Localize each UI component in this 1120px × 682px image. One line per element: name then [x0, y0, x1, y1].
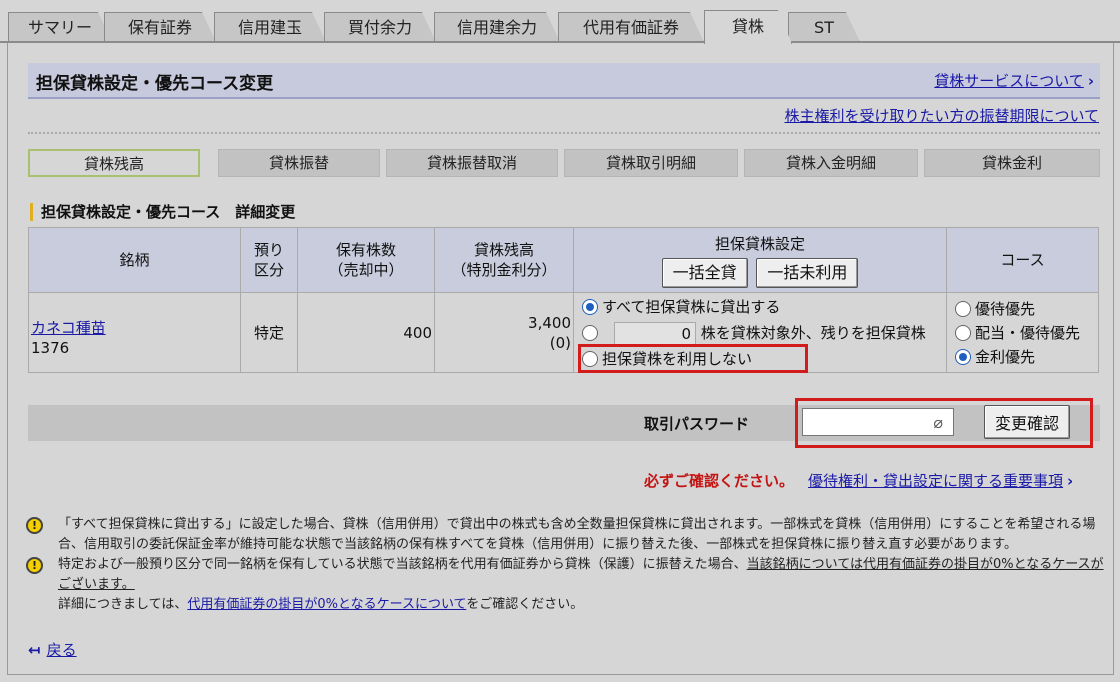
note-1: ! 「すべて担保貸株に貸出する」に設定した場合、貸株（信用併用）で貸出中の株式も… [24, 515, 1109, 555]
option-no-lending[interactable]: 担保貸株を利用しない [578, 343, 946, 373]
radio-course-2[interactable] [955, 324, 971, 341]
warning-icon: ! [26, 557, 43, 574]
notes-section: ! 「すべて担保貸株に貸出する」に設定した場合、貸株（信用併用）で貸出中の株式も… [24, 515, 1109, 615]
stock-code: 1376 [31, 338, 70, 357]
divider [28, 132, 1100, 134]
tab-bar: サマリー 保有証券 信用建玉 買付余力 信用建余力 代用有価証券 貸株 ST [0, 0, 1120, 44]
password-input[interactable]: ⌀ [802, 408, 954, 436]
lending-service-link-wrap: 貸株サービスについて › [934, 70, 1094, 91]
tab-margin-capacity[interactable]: 信用建余力 [434, 12, 560, 42]
important-notice-link-wrap: 優待権利・貸出設定に関する重要事項 › [808, 470, 1073, 491]
header-shares: 保有株数 （売却中） [297, 227, 435, 293]
shareholder-rights-link[interactable]: 株主権利を受け取りたい方の振替期限について [784, 105, 1099, 126]
header-course: コース [946, 227, 1099, 293]
subtab-transfer-cancel[interactable]: 貸株振替取消 [386, 149, 558, 177]
section-title: 担保貸株設定・優先コース 詳細変更 [30, 203, 295, 221]
radio-course-1[interactable] [955, 300, 971, 317]
stock-name-link[interactable]: カネコ種苗 [31, 319, 106, 337]
radio-course-3[interactable] [955, 348, 971, 365]
tab-summary[interactable]: サマリー [8, 12, 112, 42]
radio-lend-all[interactable] [582, 299, 598, 315]
tab-holdings[interactable]: 保有証券 [104, 12, 216, 42]
cell-shares: 400 [297, 292, 435, 373]
back-link[interactable]: 戻る [47, 641, 77, 659]
chevron-right-icon: › [1087, 72, 1094, 90]
confirm-change-button[interactable]: 変更確認 [984, 405, 1071, 439]
course-option-1[interactable]: 優待優先 [955, 297, 1098, 321]
warning-icon: ! [26, 517, 43, 534]
header-balance: 貸株残高 （特別金利分） [434, 227, 574, 293]
important-notice-link[interactable]: 優待権利・貸出設定に関する重要事項 [808, 472, 1063, 490]
cell-course-options: 優待優先 配当・優待優先 金利優先 [946, 292, 1099, 373]
lending-service-link[interactable]: 貸株サービスについて [934, 72, 1084, 90]
subtab-transaction-details[interactable]: 貸株取引明細 [564, 149, 738, 177]
tab-stock-lending[interactable]: 貸株 [704, 10, 792, 44]
tab-collateral-securities[interactable]: 代用有価証券 [558, 12, 704, 42]
bulk-lend-all-button[interactable]: 一括全貸 [661, 258, 748, 288]
cell-deposit: 特定 [240, 292, 298, 373]
balance-value: 3,400 [528, 313, 571, 332]
password-label: 取引パスワード [644, 415, 750, 433]
option-partial[interactable]: 0 株を貸株対象外、残りを担保貸株 [582, 321, 946, 346]
page-header: 担保貸株設定・優先コース変更 貸株サービスについて › [28, 63, 1100, 99]
highlight-box [578, 343, 808, 373]
cell-stock: カネコ種苗 1376 [28, 292, 241, 373]
subtab-lending-transfer[interactable]: 貸株振替 [218, 149, 380, 177]
table-row: カネコ種苗 1376 特定 400 3,400 (0) すべて担保貸株に貸出する… [28, 292, 1099, 373]
table-header-row: 銘柄 預り 区分 保有株数 （売却中） 貸株残高 （特別金利分） 担保貸株設定 一括全… [28, 227, 1099, 293]
content-panel: 担保貸株設定・優先コース変更 貸株サービスについて › 株主権利を受け取りたい方の… [7, 43, 1114, 675]
tab-st[interactable]: ST [788, 12, 860, 42]
back-arrow-icon: ↤ [28, 641, 41, 659]
header-collateral-setting: 担保貸株設定 一括全貸 一括未利用 [573, 227, 947, 293]
cell-balance: 3,400 (0) [434, 292, 574, 373]
subtab-lending-balance[interactable]: 貸株残高 [28, 149, 200, 177]
note-2: ! 特定および一般預り区分で同一銘柄を保有している状態で当該銘柄を代用有価証券か… [24, 555, 1109, 615]
tab-margin-positions[interactable]: 信用建玉 [214, 12, 326, 42]
balance-special-value: (0) [549, 333, 571, 352]
course-option-3[interactable]: 金利優先 [955, 345, 1098, 369]
radio-partial[interactable] [582, 325, 598, 341]
subtab-lending-rate[interactable]: 貸株金利 [924, 149, 1100, 177]
lending-settings-table: 銘柄 預り 区分 保有株数 （売却中） 貸株残高 （特別金利分） 担保貸株設定 一括全… [28, 227, 1099, 373]
subtab-deposit-details[interactable]: 貸株入金明細 [744, 149, 918, 177]
notice-text: 必ずご確認ください。 [644, 472, 795, 490]
header-stock: 銘柄 [28, 227, 241, 293]
header-deposit-type: 預り 区分 [240, 227, 298, 293]
option-lend-all[interactable]: すべて担保貸株に貸出する [582, 295, 946, 319]
tab-buying-power[interactable]: 買付余力 [324, 12, 436, 42]
chevron-right-icon: › [1067, 472, 1074, 490]
cell-collateral-options: すべて担保貸株に貸出する 0 株を貸株対象外、残りを担保貸株 担保貸株を利用しな… [573, 292, 947, 373]
page-title: 担保貸株設定・優先コース変更 [36, 74, 274, 94]
partial-shares-input[interactable]: 0 [614, 321, 696, 346]
course-option-2[interactable]: 配当・優待優先 [955, 321, 1098, 345]
eye-slash-icon[interactable]: ⌀ [933, 413, 943, 432]
zero-percent-case-link[interactable]: 代用有価証券の掛目が0%となるケースについて [187, 597, 466, 612]
bulk-unused-button[interactable]: 一括未利用 [756, 258, 859, 288]
back-link-wrap: ↤ 戻る [28, 639, 77, 660]
header-setting-label: 担保貸株設定 [714, 235, 805, 253]
